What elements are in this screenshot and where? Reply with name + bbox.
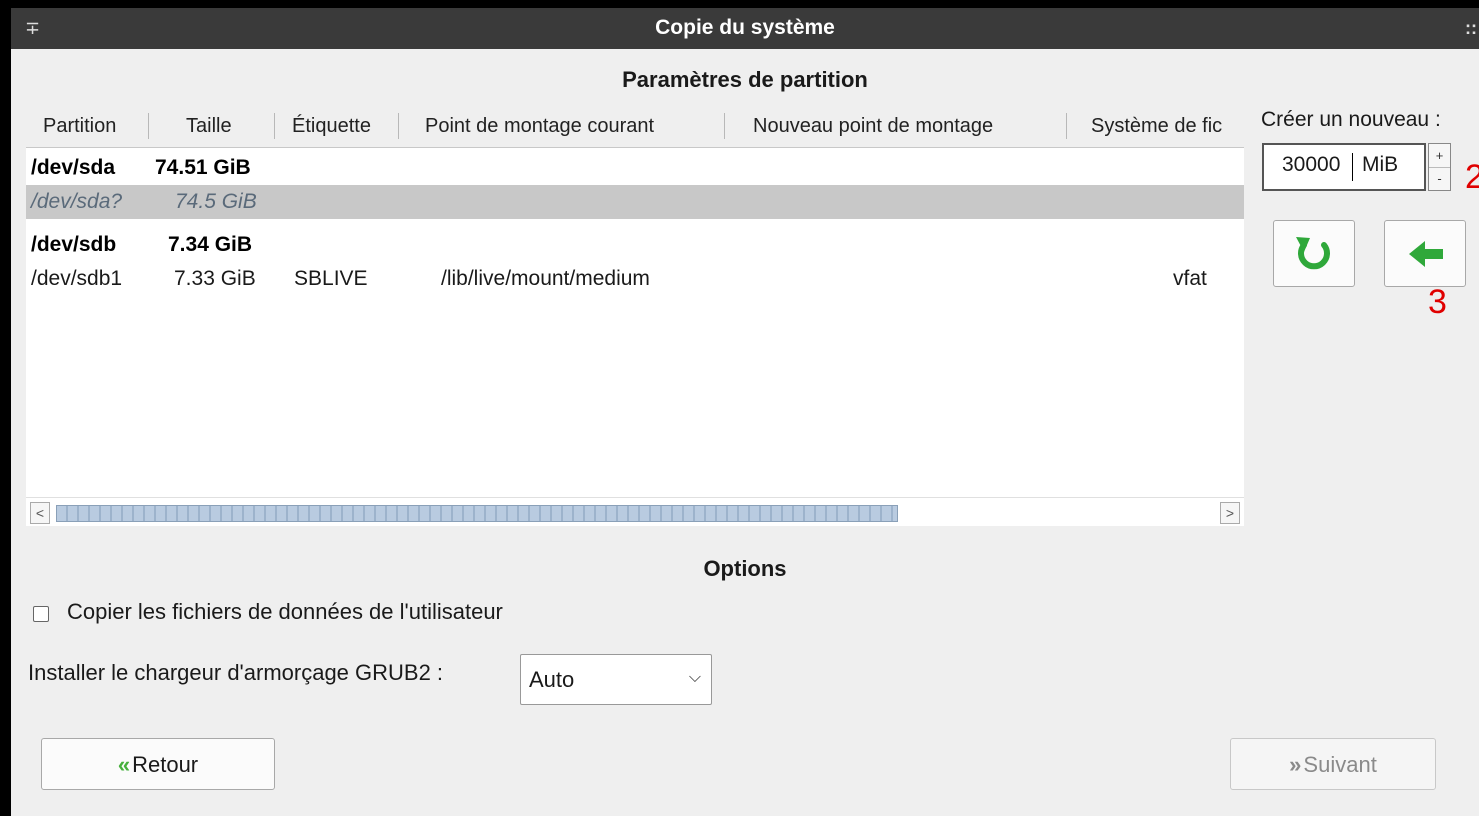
column-header-new-mount[interactable]: Nouveau point de montage (753, 105, 993, 147)
title-bar: ∓ Copie du système :: (11, 8, 1479, 49)
cell-size: 74.5 GiB (175, 190, 257, 213)
horizontal-scrollbar[interactable]: < > (26, 497, 1244, 526)
grub-select[interactable]: Auto ⌵ (520, 654, 712, 705)
partition-table[interactable]: Partition Taille Étiquette Point de mont… (26, 105, 1244, 505)
table-row-selected[interactable]: /dev/sda? 74.5 GiB (26, 185, 1244, 219)
size-value[interactable]: 30000 (1282, 153, 1340, 177)
refresh-icon (1296, 237, 1330, 270)
annotation-3: 3 (1428, 283, 1447, 321)
spin-buttons: + - (1428, 143, 1451, 191)
next-button-label: Suivant (1303, 752, 1377, 777)
table-header: Partition Taille Étiquette Point de mont… (26, 105, 1244, 148)
table-row[interactable]: /dev/sdb1 7.33 GiB SBLIVE /lib/live/moun… (26, 262, 1244, 296)
options-title: Options (703, 556, 787, 581)
copy-user-files-label[interactable]: Copier les fichiers de données de l'util… (67, 599, 503, 625)
app-window: ∓ Copie du système :: Paramètres de part… (11, 8, 1479, 816)
column-header-filesystem[interactable]: Système de fic (1091, 105, 1244, 147)
chevron-down-icon: ⌵ (688, 669, 701, 686)
back-button-content: «Retour (42, 752, 274, 778)
cell-size: 74.51 GiB (155, 156, 251, 179)
column-header-label[interactable]: Étiquette (292, 105, 371, 147)
column-separator[interactable] (1066, 113, 1067, 139)
scroll-right-icon[interactable]: > (1220, 502, 1240, 524)
double-chevron-left-icon: « (117, 752, 130, 777)
window-title: Copie du système (655, 16, 835, 39)
double-chevron-right-icon: » (1289, 752, 1301, 777)
size-spinbox[interactable]: 30000 MiB (1262, 143, 1426, 191)
column-separator[interactable] (274, 113, 275, 139)
column-header-partition[interactable]: Partition (43, 105, 116, 147)
scroll-left-icon[interactable]: < (30, 502, 50, 524)
cell-partition: /dev/sda? (31, 190, 123, 213)
create-new-label: Créer un nouveau : (1261, 108, 1441, 131)
window-menu-icon[interactable]: :: (1465, 18, 1477, 39)
grub-select-value: Auto (529, 667, 575, 692)
scrollbar-thumb[interactable] (56, 505, 898, 522)
column-separator[interactable] (148, 113, 149, 139)
table-row[interactable]: /dev/sda 74.51 GiB (26, 151, 1244, 185)
copy-user-files-checkbox[interactable] (33, 606, 49, 622)
cell-current-mount: /lib/live/mount/medium (441, 267, 650, 290)
apply-button[interactable] (1384, 220, 1466, 287)
cell-size: 7.33 GiB (174, 267, 256, 290)
cell-partition: /dev/sdb (31, 233, 117, 256)
next-button-content: » Suivant (1231, 752, 1435, 778)
reset-button[interactable] (1273, 220, 1355, 287)
increment-button[interactable]: + (1429, 144, 1450, 168)
table-row[interactable]: /dev/sdb 7.34 GiB (26, 228, 1244, 262)
size-unit: MiB (1362, 153, 1399, 176)
partition-section-title: Paramètres de partition (622, 67, 868, 92)
cell-size: 7.34 GiB (168, 233, 253, 256)
next-button[interactable]: » Suivant (1230, 738, 1436, 790)
column-separator[interactable] (724, 113, 725, 139)
column-separator[interactable] (398, 113, 399, 139)
annotation-2: 2 (1465, 158, 1479, 196)
column-header-size[interactable]: Taille (186, 105, 232, 147)
column-header-current-mount[interactable]: Point de montage courant (425, 105, 654, 147)
cell-partition: /dev/sda (31, 156, 116, 179)
cell-filesystem: vfat (1173, 267, 1207, 290)
back-button-label: Retour (132, 752, 199, 777)
grub-label: Installer le chargeur d'armorçage GRUB2 … (28, 660, 444, 685)
decrement-button[interactable]: - (1429, 167, 1450, 190)
arrow-left-icon (1409, 241, 1443, 267)
back-button[interactable]: «Retour (41, 738, 275, 790)
text-caret (1352, 153, 1353, 181)
cell-partition: /dev/sdb1 (31, 267, 123, 290)
cell-label: SBLIVE (294, 267, 368, 290)
